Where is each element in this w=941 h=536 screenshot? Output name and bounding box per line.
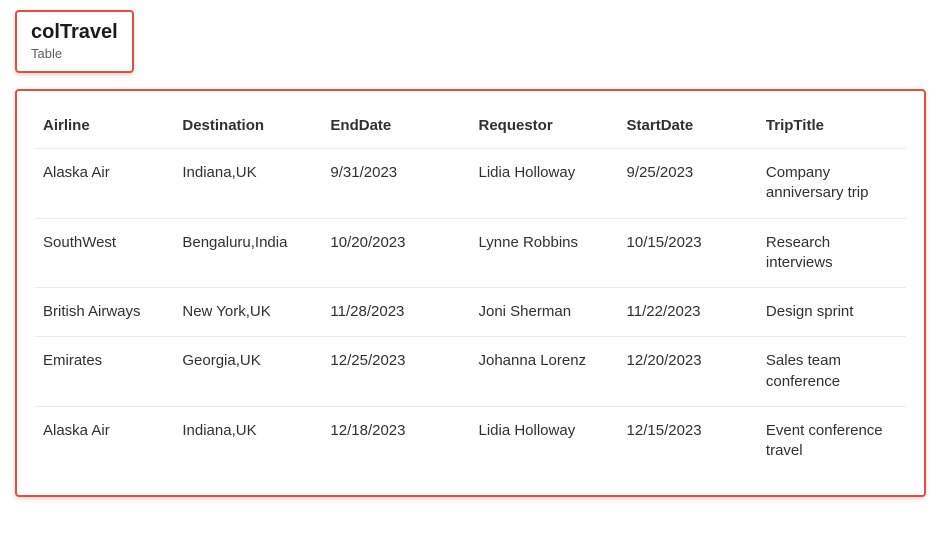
variable-type: Table bbox=[31, 46, 118, 61]
cell-startdate: 11/22/2023 bbox=[619, 288, 758, 337]
cell-requestor: Lynne Robbins bbox=[470, 218, 618, 288]
cell-startdate: 12/15/2023 bbox=[619, 406, 758, 475]
cell-triptitle: Event conference travel bbox=[758, 406, 906, 475]
cell-startdate: 10/15/2023 bbox=[619, 218, 758, 288]
col-header-startdate[interactable]: StartDate bbox=[619, 107, 758, 149]
table-row[interactable]: EmiratesGeorgia,UK12/25/2023Johanna Lore… bbox=[35, 337, 906, 407]
cell-requestor: Johanna Lorenz bbox=[470, 337, 618, 407]
cell-triptitle: Research interviews bbox=[758, 218, 906, 288]
table-row[interactable]: Alaska AirIndiana,UK12/18/2023Lidia Holl… bbox=[35, 406, 906, 475]
cell-airline: British Airways bbox=[35, 288, 174, 337]
col-header-airline[interactable]: Airline bbox=[35, 107, 174, 149]
table-header-row: Airline Destination EndDate Requestor St… bbox=[35, 107, 906, 149]
variable-header: colTravel Table bbox=[15, 10, 134, 73]
cell-airline: SouthWest bbox=[35, 218, 174, 288]
cell-requestor: Joni Sherman bbox=[470, 288, 618, 337]
cell-destination: New York,UK bbox=[174, 288, 322, 337]
cell-airline: Alaska Air bbox=[35, 149, 174, 219]
cell-enddate: 12/25/2023 bbox=[322, 337, 470, 407]
table-row[interactable]: SouthWestBengaluru,India10/20/2023Lynne … bbox=[35, 218, 906, 288]
cell-startdate: 9/25/2023 bbox=[619, 149, 758, 219]
col-header-enddate[interactable]: EndDate bbox=[322, 107, 470, 149]
cell-airline: Emirates bbox=[35, 337, 174, 407]
cell-requestor: Lidia Holloway bbox=[470, 149, 618, 219]
cell-triptitle: Design sprint bbox=[758, 288, 906, 337]
col-header-destination[interactable]: Destination bbox=[174, 107, 322, 149]
cell-destination: Indiana,UK bbox=[174, 406, 322, 475]
cell-enddate: 12/18/2023 bbox=[322, 406, 470, 475]
cell-destination: Indiana,UK bbox=[174, 149, 322, 219]
cell-startdate: 12/20/2023 bbox=[619, 337, 758, 407]
cell-enddate: 10/20/2023 bbox=[322, 218, 470, 288]
cell-requestor: Lidia Holloway bbox=[470, 406, 618, 475]
data-table: Airline Destination EndDate Requestor St… bbox=[35, 107, 906, 475]
col-header-triptitle[interactable]: TripTitle bbox=[758, 107, 906, 149]
variable-name: colTravel bbox=[31, 20, 118, 44]
col-header-requestor[interactable]: Requestor bbox=[470, 107, 618, 149]
data-table-container: Airline Destination EndDate Requestor St… bbox=[15, 89, 926, 497]
cell-destination: Bengaluru,India bbox=[174, 218, 322, 288]
cell-destination: Georgia,UK bbox=[174, 337, 322, 407]
cell-triptitle: Company anniversary trip bbox=[758, 149, 906, 219]
cell-triptitle: Sales team conference bbox=[758, 337, 906, 407]
table-row[interactable]: British AirwaysNew York,UK11/28/2023Joni… bbox=[35, 288, 906, 337]
table-row[interactable]: Alaska AirIndiana,UK9/31/2023Lidia Hollo… bbox=[35, 149, 906, 219]
cell-enddate: 11/28/2023 bbox=[322, 288, 470, 337]
cell-enddate: 9/31/2023 bbox=[322, 149, 470, 219]
cell-airline: Alaska Air bbox=[35, 406, 174, 475]
